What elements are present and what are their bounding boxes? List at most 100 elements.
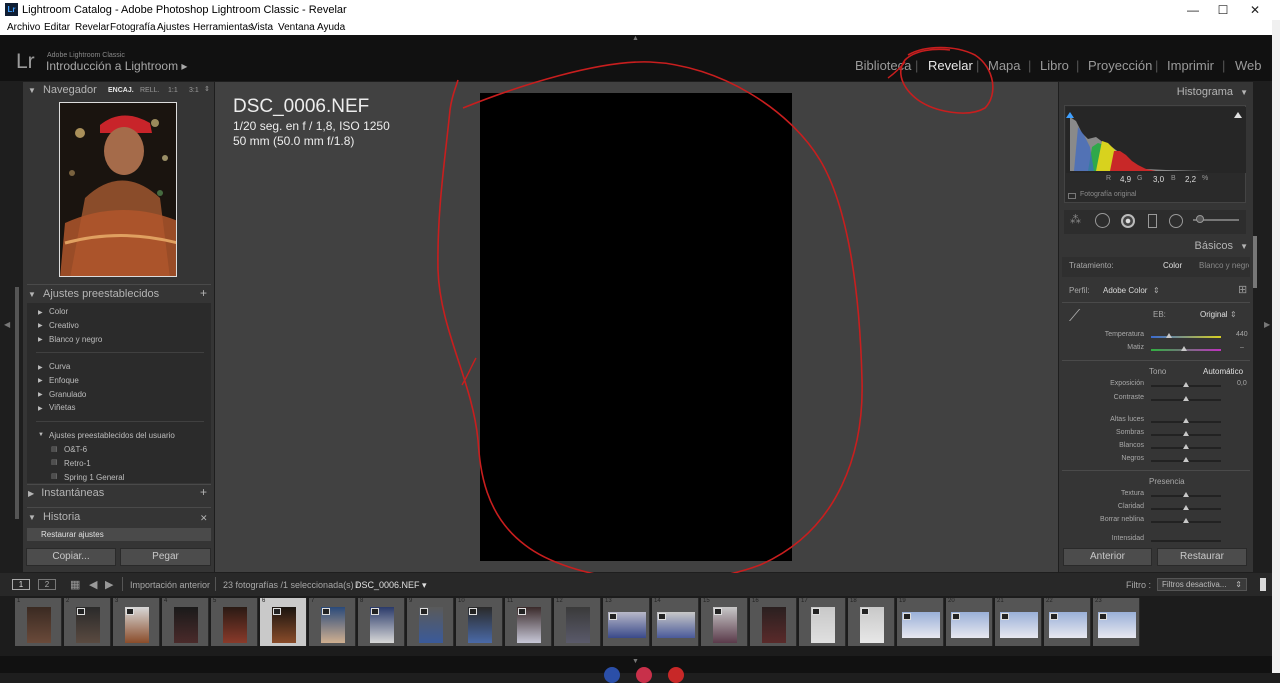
treatment-bw-option[interactable]: Blanco y negro	[1199, 261, 1249, 270]
texture-label: Textura	[1121, 490, 1144, 497]
histogram-panel[interactable]: R 4,9 G 3,0 B 2,2 % Fotografía original	[1064, 105, 1246, 203]
filmstrip-thumbnail[interactable]: 20	[946, 598, 993, 646]
filmstrip-thumbnail[interactable]: 19	[897, 598, 944, 646]
tint-slider-knob[interactable]	[1181, 346, 1187, 351]
tint-label: Matiz	[1127, 344, 1144, 351]
filmstrip-thumbnail[interactable]: 5	[211, 598, 258, 646]
filmstrip-source[interactable]: Importación anterior	[130, 580, 210, 590]
texture-slider-knob[interactable]	[1183, 492, 1189, 497]
highlights-slider-knob[interactable]	[1183, 418, 1189, 423]
back-arrow-icon[interactable]: ◀	[89, 578, 97, 591]
filmstrip-selected-file[interactable]: DSC_0006.NEF ▾	[355, 580, 427, 591]
thumbnail-index: 21	[997, 598, 1004, 604]
exposure-value[interactable]: 0,0	[1237, 380, 1247, 387]
filmstrip-thumbnail[interactable]: 3	[113, 598, 160, 646]
filter-lock-icon[interactable]	[1260, 578, 1266, 591]
filmstrip-thumbnail[interactable]: 4	[162, 598, 209, 646]
temp-slider-track[interactable]	[1151, 336, 1221, 338]
develop-badge-icon	[860, 608, 869, 615]
thumbnail-index: 19	[899, 598, 906, 604]
filmstrip-thumbnail[interactable]: 12	[554, 598, 601, 646]
develop-badge-icon	[713, 608, 722, 615]
thumbnail-index: 4	[164, 598, 168, 604]
filmstrip-thumbnail[interactable]: 8	[358, 598, 405, 646]
dropdown-arrows-icon: ⇕	[1235, 580, 1242, 589]
hist-r-label: R	[1106, 175, 1112, 182]
clarity-slider-knob[interactable]	[1183, 505, 1189, 510]
develop-badge-icon	[811, 608, 820, 615]
whites-slider-knob[interactable]	[1183, 444, 1189, 449]
white-balance-picker-icon[interactable]: ⟋	[1069, 308, 1080, 326]
profile-browser-icon[interactable]: ⊞	[1238, 283, 1247, 296]
vibrance-slider-track[interactable]	[1151, 540, 1221, 542]
treatment-label: Tratamiento:	[1069, 261, 1114, 270]
taskbar-app-icon[interactable]	[604, 667, 620, 683]
thumbnail-index: 9	[409, 598, 413, 604]
blacks-slider-knob[interactable]	[1183, 457, 1189, 462]
develop-badge-icon	[468, 608, 477, 615]
develop-badge-icon	[1049, 613, 1058, 620]
crop-tool-icon[interactable]: ⁂	[1070, 213, 1081, 226]
spot-removal-tool-icon[interactable]	[1095, 213, 1110, 228]
thumbnail-index: 6	[262, 598, 266, 604]
filmstrip-thumbnail[interactable]: 1	[15, 598, 62, 646]
thumbnail-index: 11	[507, 598, 514, 604]
histogram-header[interactable]: Histograma ▼	[1160, 86, 1248, 104]
graduated-filter-tool-icon[interactable]	[1148, 214, 1157, 228]
filmstrip-thumbnail[interactable]: 15	[701, 598, 748, 646]
temp-value[interactable]: 440	[1236, 331, 1248, 338]
filmstrip-thumbnail[interactable]: 23	[1093, 598, 1140, 646]
filmstrip-thumbnail[interactable]: 14	[652, 598, 699, 646]
filmstrip-thumbnail[interactable]: 18	[848, 598, 895, 646]
develop-badge-icon	[1098, 613, 1107, 620]
hist-g-value: 3,0	[1153, 175, 1165, 184]
contrast-slider-knob[interactable]	[1183, 396, 1189, 401]
annotation-circle-revelar	[900, 46, 994, 114]
develop-badge-icon	[517, 608, 526, 615]
shadows-slider-knob[interactable]	[1183, 431, 1189, 436]
filmstrip-thumbnail[interactable]: 22	[1044, 598, 1091, 646]
forward-arrow-icon[interactable]: ▶	[105, 578, 113, 591]
radial-filter-tool-icon[interactable]	[1169, 214, 1183, 228]
previous-settings-button[interactable]: Anterior	[1063, 548, 1152, 566]
primary-window-button[interactable]: 1	[12, 579, 30, 590]
filmstrip-thumbnail[interactable]: 17	[799, 598, 846, 646]
wb-dropdown[interactable]: Original	[1200, 310, 1228, 319]
clarity-label: Claridad	[1117, 503, 1144, 510]
reset-button[interactable]: Restaurar	[1157, 548, 1247, 566]
basics-header[interactable]: Básicos ▼	[1170, 240, 1248, 258]
filmstrip-thumbnail[interactable]: 6	[260, 598, 307, 646]
profile-dropdown[interactable]: Adobe Color	[1103, 286, 1147, 295]
taskbar-app-icon[interactable]	[636, 667, 652, 683]
filter-dropdown[interactable]: Filtros desactiva... ⇕	[1157, 578, 1247, 591]
thumbnail-index: 15	[703, 598, 710, 604]
tint-value[interactable]: –	[1240, 344, 1244, 351]
original-photo-checkbox[interactable]	[1068, 193, 1076, 199]
right-panel-toggle-icon[interactable]: ▶	[1264, 320, 1270, 329]
filmstrip-thumbnail[interactable]: 21	[995, 598, 1042, 646]
develop-badge-icon	[1000, 613, 1009, 620]
filmstrip-toggle-icon[interactable]: ▼	[632, 658, 639, 665]
filmstrip-thumbnail[interactable]: 11	[505, 598, 552, 646]
filmstrip-thumbnail[interactable]: 7	[309, 598, 356, 646]
treatment-color-option[interactable]: Color	[1163, 261, 1182, 270]
filmstrip-thumbnail[interactable]: 16	[750, 598, 797, 646]
exposure-slider-knob[interactable]	[1183, 382, 1189, 387]
dehaze-slider-knob[interactable]	[1183, 518, 1189, 523]
develop-badge-icon	[608, 613, 617, 620]
thumbnail-index: 22	[1046, 598, 1053, 604]
histogram-title: Histograma	[1176, 86, 1234, 98]
temp-slider-knob[interactable]	[1166, 333, 1172, 338]
develop-badge-icon	[951, 613, 960, 620]
auto-tone-button[interactable]: Automático	[1203, 367, 1243, 376]
taskbar-app-icon[interactable]	[668, 667, 684, 683]
filmstrip-thumbnail[interactable]: 13	[603, 598, 650, 646]
filmstrip-thumbnail[interactable]: 10	[456, 598, 503, 646]
toolbar-divider	[215, 577, 216, 591]
secondary-window-button[interactable]: 2	[38, 579, 56, 590]
red-eye-tool-icon[interactable]	[1121, 214, 1135, 228]
filmstrip-thumbnail[interactable]: 2	[64, 598, 111, 646]
filmstrip-thumbnail[interactable]: 9	[407, 598, 454, 646]
grid-view-icon[interactable]: ▦	[70, 578, 80, 591]
right-panel-scrollbar[interactable]	[1253, 236, 1257, 288]
